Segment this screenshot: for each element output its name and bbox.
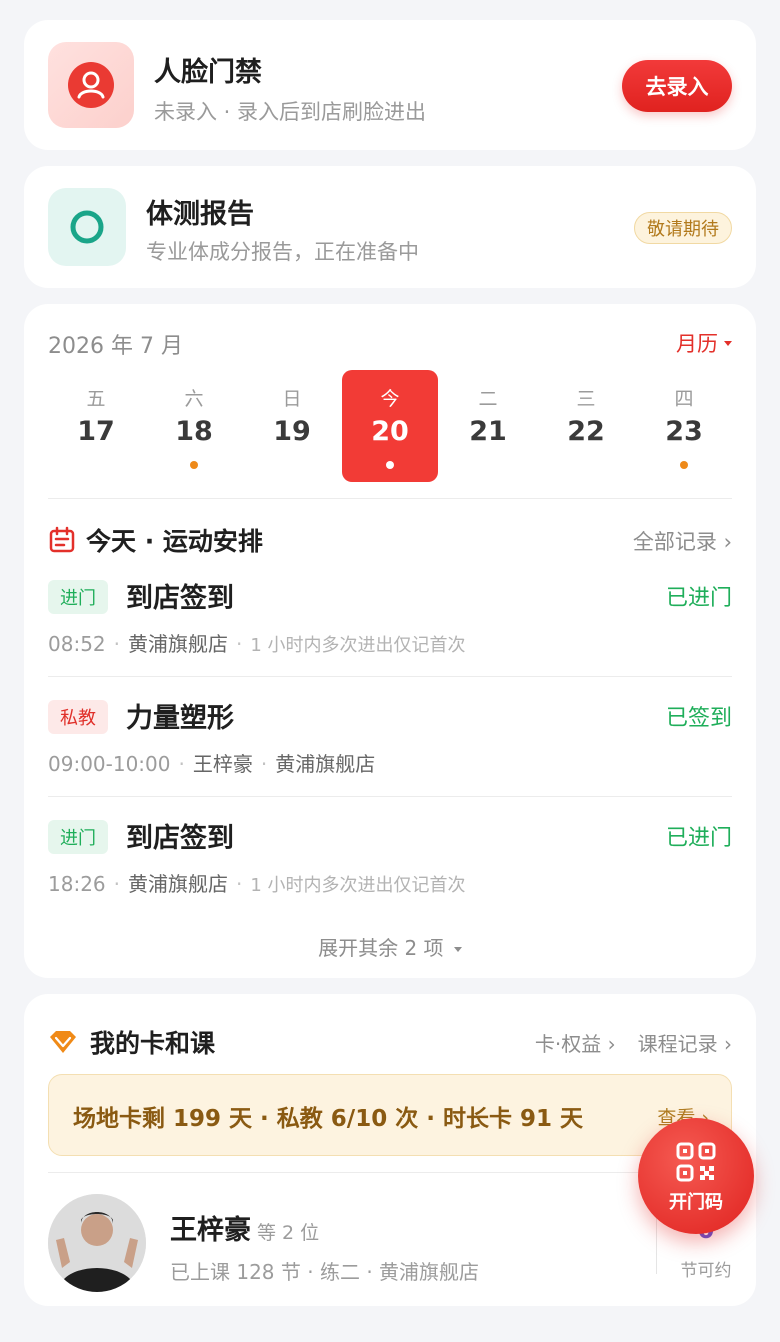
coach-name-text: 王梓豪 bbox=[170, 1215, 251, 1246]
week-strip: 五 17 六 18 日 19 今 20 二 21 三 22 四 23 bbox=[48, 370, 732, 482]
entry-note: 1 小时内多次进出仅记首次 bbox=[250, 875, 466, 896]
entry-coach: 王梓豪 bbox=[192, 752, 253, 776]
expand-more-button[interactable]: 展开其余 2 项 bbox=[24, 932, 756, 961]
entry-meta: 08:52 · 黄浦旗舰店 · 1 小时内多次进出仅记首次 bbox=[48, 632, 466, 656]
diamond-icon bbox=[50, 1031, 76, 1053]
date-number: 23 bbox=[665, 416, 703, 447]
body-report-subtitle: 专业体成分报告，正在准备中 bbox=[146, 240, 419, 264]
weekday-label: 今 bbox=[380, 388, 400, 410]
divider bbox=[48, 676, 732, 677]
coach-avatar[interactable] bbox=[48, 1194, 146, 1292]
weekday-label: 二 bbox=[478, 388, 498, 410]
face-access-card[interactable]: 人脸门禁 未录入 · 录入后到店刷脸进出 去录入 bbox=[24, 20, 756, 150]
entry-place: 黄浦旗舰店 bbox=[128, 872, 228, 896]
my-cards-links: 卡·权益 › 课程记录 › bbox=[535, 1028, 732, 1057]
divider bbox=[48, 796, 732, 797]
date-number: 22 bbox=[567, 416, 605, 447]
entry-meta: 09:00-10:00 · 王梓豪 · 黄浦旗舰店 bbox=[48, 752, 376, 776]
weekday-label: 三 bbox=[576, 388, 596, 410]
entry-title: 力量塑形 bbox=[126, 703, 234, 734]
coach-count: 等 2 位 bbox=[257, 1222, 320, 1244]
coach-photo bbox=[48, 1194, 146, 1292]
schedule-header: 今天 · 运动安排 bbox=[48, 522, 263, 558]
membership-summary[interactable]: 场地卡剩 199 天 · 私教 6/10 次 · 时长卡 91 天 查看 › bbox=[48, 1074, 732, 1156]
schedule-entry[interactable]: 私教 力量塑形 已签到 09:00-10:00 · 王梓豪 · 黄浦旗舰店 bbox=[48, 700, 732, 800]
day-cell[interactable]: 六 18 bbox=[146, 370, 242, 482]
date-number: 21 bbox=[469, 416, 507, 447]
day-cell-today[interactable]: 今 20 bbox=[342, 370, 438, 482]
calendar-icon bbox=[49, 526, 75, 553]
entry-note: 1 小时内多次进出仅记首次 bbox=[250, 635, 466, 656]
day-cell[interactable]: 三 22 bbox=[538, 370, 634, 482]
coach-name: 王梓豪等 2 位 bbox=[170, 1208, 319, 1247]
qr-code-icon bbox=[676, 1142, 716, 1182]
date-number: 18 bbox=[175, 416, 213, 447]
caret-down-icon bbox=[724, 340, 732, 346]
activity-dot bbox=[386, 461, 394, 469]
face-access-subtitle: 未录入 · 录入后到店刷脸进出 bbox=[154, 100, 427, 124]
entry-status: 已进门 bbox=[665, 826, 732, 851]
my-cards-header: 我的卡和课 bbox=[48, 1024, 215, 1060]
schedule-title: 今天 · 运动安排 bbox=[86, 527, 263, 556]
entry-place: 黄浦旗舰店 bbox=[275, 752, 376, 776]
day-cell[interactable]: 日 19 bbox=[244, 370, 340, 482]
schedule-entry[interactable]: 进门 到店签到 已进门 08:52 · 黄浦旗舰店 · 1 小时内多次进出仅记首次 bbox=[48, 580, 732, 680]
user-icon bbox=[68, 62, 114, 108]
divider bbox=[48, 1172, 732, 1173]
door-code-label: 开门码 bbox=[669, 1192, 723, 1213]
entry-time: 18:26 bbox=[48, 872, 106, 896]
weekday-label: 四 bbox=[674, 388, 694, 410]
entry-place: 黄浦旗舰店 bbox=[128, 632, 228, 656]
entry-title: 到店签到 bbox=[126, 583, 234, 614]
calendar-month: 2026 年 7 月 bbox=[48, 334, 183, 359]
day-cell[interactable]: 四 23 bbox=[636, 370, 732, 482]
weekday-label: 五 bbox=[86, 388, 106, 410]
day-cell[interactable]: 五 17 bbox=[48, 370, 144, 482]
entry-status: 已进门 bbox=[665, 586, 732, 611]
coming-soon-badge: 敬请期待 bbox=[634, 212, 732, 244]
month-calendar-link[interactable]: 月历 bbox=[676, 328, 732, 358]
coach-meta: 已上课 128 节 · 练二 · 黄浦旗舰店 bbox=[170, 1260, 480, 1284]
entry-title: 到店签到 bbox=[126, 823, 234, 854]
expand-label: 展开其余 2 项 bbox=[318, 936, 444, 960]
schedule-card: 2026 年 7 月 月历 五 17 六 18 日 19 今 20 二 21 三 bbox=[24, 304, 756, 978]
activity-dot bbox=[680, 461, 688, 469]
date-number: 20 bbox=[371, 416, 409, 447]
divider bbox=[48, 498, 732, 499]
entry-tag: 进门 bbox=[48, 580, 108, 614]
day-cell[interactable]: 二 21 bbox=[440, 370, 536, 482]
course-records-link[interactable]: 课程记录 › bbox=[638, 1028, 732, 1057]
door-code-button[interactable]: 开门码 bbox=[638, 1118, 754, 1234]
entry-tag: 进门 bbox=[48, 820, 108, 854]
schedule-entry[interactable]: 进门 到店签到 已进门 18:26 · 黄浦旗舰店 · 1 小时内多次进出仅记首次 bbox=[48, 820, 732, 920]
enroll-face-button[interactable]: 去录入 bbox=[622, 60, 732, 112]
summary-text: 场地卡剩 199 天 · 私教 6/10 次 · 时长卡 91 天 bbox=[73, 1106, 583, 1132]
activity-dot bbox=[190, 461, 198, 469]
entry-tag: 私教 bbox=[48, 700, 108, 734]
entry-meta: 18:26 · 黄浦旗舰店 · 1 小时内多次进出仅记首次 bbox=[48, 872, 466, 896]
face-access-icon-box bbox=[48, 42, 134, 128]
my-cards-title: 我的卡和课 bbox=[90, 1029, 216, 1058]
date-number: 17 bbox=[77, 416, 115, 447]
benefits-link[interactable]: 卡·权益 › bbox=[535, 1028, 616, 1057]
body-report-title: 体测报告 bbox=[146, 199, 254, 230]
entry-status: 已签到 bbox=[665, 706, 732, 731]
body-report-card[interactable]: 体测报告 专业体成分报告，正在准备中 敬请期待 bbox=[24, 166, 756, 288]
all-records-link[interactable]: 全部记录 › bbox=[633, 526, 732, 556]
bookable-label: 节可约 bbox=[680, 1261, 732, 1281]
body-report-icon-box bbox=[48, 188, 126, 266]
entry-time: 09:00-10:00 bbox=[48, 752, 171, 776]
caret-down-icon bbox=[453, 947, 462, 952]
entry-time: 08:52 bbox=[48, 632, 106, 656]
month-calendar-label: 月历 bbox=[676, 332, 718, 356]
weekday-label: 日 bbox=[282, 388, 302, 410]
face-access-title: 人脸门禁 bbox=[154, 57, 262, 88]
date-number: 19 bbox=[273, 416, 311, 447]
ring-icon bbox=[70, 210, 104, 244]
weekday-label: 六 bbox=[184, 388, 204, 410]
